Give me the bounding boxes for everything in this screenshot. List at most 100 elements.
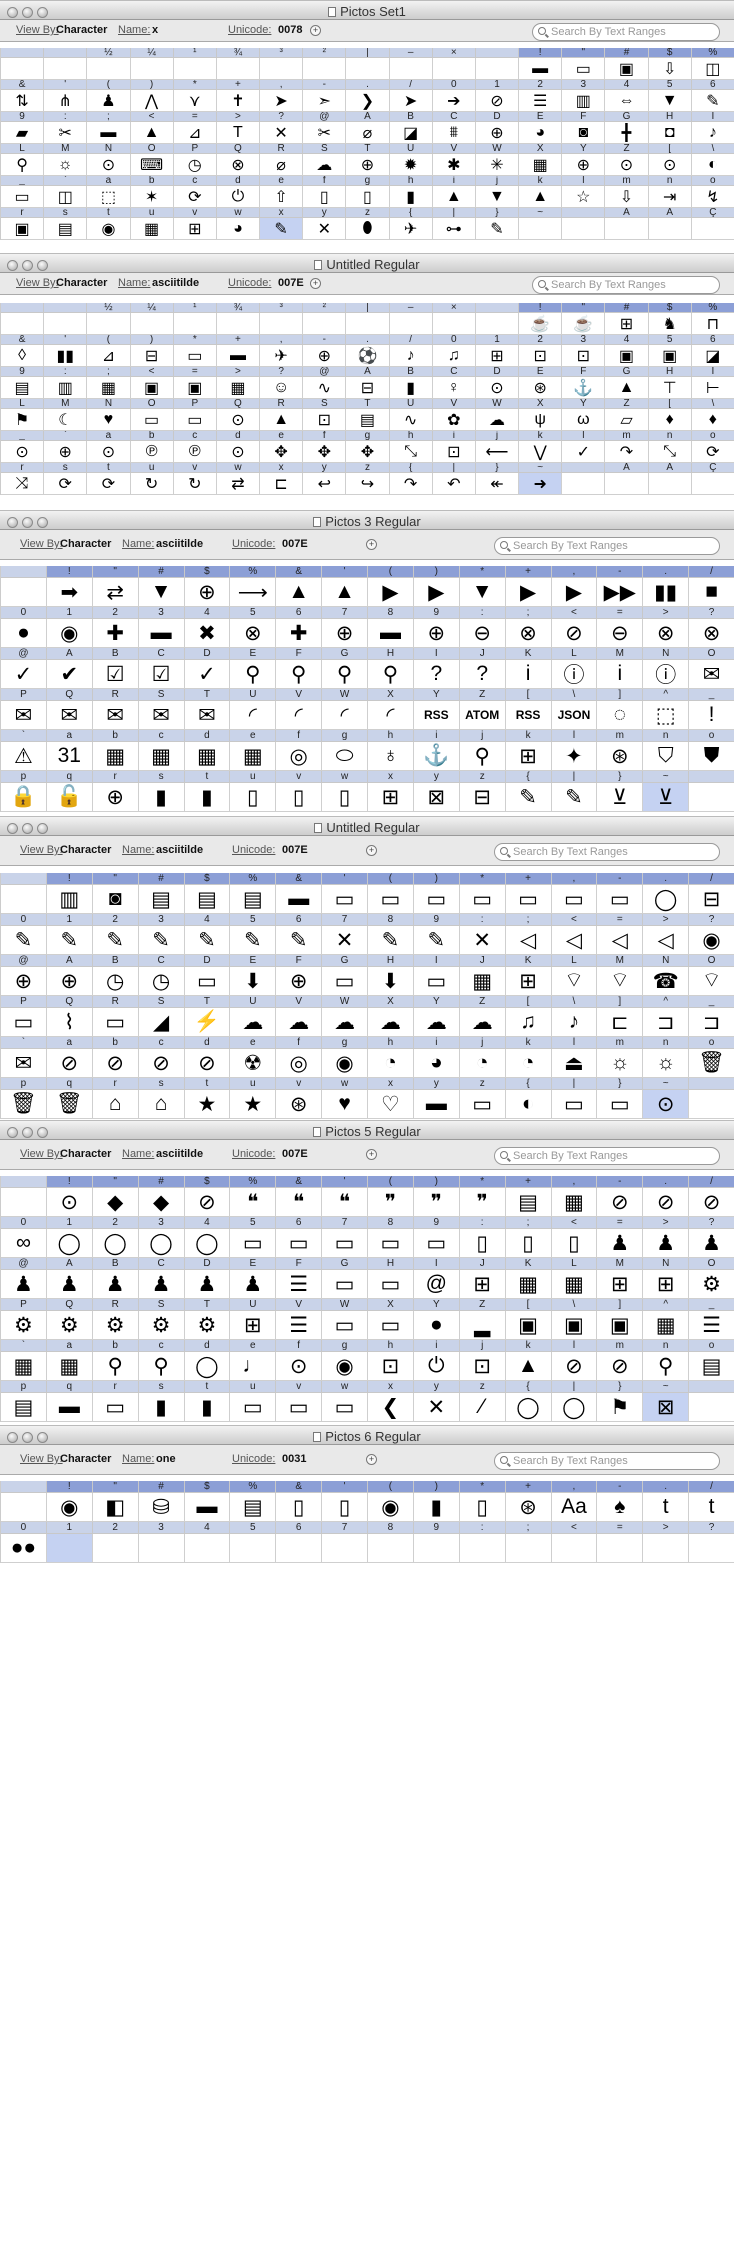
- glyph-cell[interactable]: ⬚: [643, 701, 690, 730]
- glyph-cell-selected[interactable]: ➜: [519, 473, 563, 495]
- add-unicode-button[interactable]: +: [366, 539, 377, 550]
- glyph-cell[interactable]: ⚲: [1, 154, 45, 176]
- glyph-cell[interactable]: ▶: [368, 578, 414, 607]
- glyph-cell[interactable]: ▭: [276, 1393, 323, 1422]
- glyph-cell[interactable]: ⊗: [230, 619, 277, 648]
- glyph-cell[interactable]: ⊞: [459, 1270, 506, 1299]
- glyph-cell[interactable]: ⁄: [459, 1393, 506, 1422]
- glyph-cell[interactable]: ✦: [551, 742, 598, 771]
- glyph-cell[interactable]: ⇄: [92, 578, 139, 607]
- glyph-cell[interactable]: [216, 58, 261, 80]
- glyph-cell[interactable]: ▭: [322, 885, 368, 914]
- glyph-cell[interactable]: ▥: [562, 90, 606, 112]
- glyph-cell[interactable]: ✎: [551, 783, 598, 812]
- glyph-cell[interactable]: ⚲: [138, 1352, 185, 1381]
- glyph-cell[interactable]: ⟳: [691, 441, 734, 463]
- glyph-cell[interactable]: [432, 58, 476, 80]
- glyph-cell[interactable]: ●: [413, 1311, 460, 1340]
- glyph-cell[interactable]: ♟: [184, 1270, 231, 1299]
- glyph-cell[interactable]: ⊐: [643, 1008, 690, 1037]
- glyph-cell[interactable]: ✓: [184, 660, 231, 689]
- glyph-cell[interactable]: ▦: [519, 154, 563, 176]
- glyph-cell[interactable]: ⇥: [648, 186, 692, 208]
- glyph-cell[interactable]: ⊓: [691, 313, 734, 335]
- glyph-cell[interactable]: ⚲: [322, 660, 368, 689]
- glyph-cell[interactable]: ⊤: [648, 377, 692, 399]
- glyph-cell[interactable]: ☕: [562, 313, 606, 335]
- glyph-cell[interactable]: ◜: [322, 701, 368, 730]
- glyph-cell[interactable]: ⊏: [597, 1008, 644, 1037]
- glyph-cell[interactable]: ⌨: [130, 154, 174, 176]
- glyph-cell[interactable]: ?: [459, 660, 506, 689]
- glyph-cell[interactable]: ▦: [230, 742, 277, 771]
- glyph-cell[interactable]: ☁: [322, 1008, 368, 1037]
- glyph-cell[interactable]: ⩩: [432, 122, 476, 144]
- glyph-cell[interactable]: ⏻: [216, 186, 261, 208]
- glyph-cell[interactable]: ⊙: [475, 377, 520, 399]
- glyph-cell[interactable]: ⊛: [276, 1090, 323, 1119]
- glyph-cell[interactable]: ⛊: [689, 742, 734, 771]
- glyph-cell[interactable]: ▭: [1, 1008, 47, 1037]
- glyph-cell[interactable]: ▦: [1, 1352, 47, 1381]
- glyph-cell[interactable]: ♟: [230, 1270, 277, 1299]
- glyph-cell[interactable]: ▭: [173, 345, 217, 367]
- glyph-cell[interactable]: ■: [689, 578, 734, 607]
- glyph-cell[interactable]: ♟: [689, 1229, 734, 1258]
- glyph-cell[interactable]: ☼: [643, 1049, 690, 1078]
- glyph-cell[interactable]: ☢: [230, 1049, 277, 1078]
- glyph-cell[interactable]: ⊛: [597, 742, 644, 771]
- glyph-cell[interactable]: ▭: [130, 409, 174, 431]
- glyph-cell[interactable]: ▯: [230, 783, 277, 812]
- glyph-cell[interactable]: ◯: [92, 1229, 139, 1258]
- glyph-cell[interactable]: ◙: [562, 122, 606, 144]
- glyph-cell[interactable]: ▭: [368, 885, 414, 914]
- glyph-cell[interactable]: ⊕: [184, 578, 231, 607]
- glyph-cell[interactable]: ▯: [322, 1493, 368, 1522]
- glyph-cell[interactable]: ⌂: [138, 1090, 185, 1119]
- glyph-cell[interactable]: ATOM: [459, 701, 506, 730]
- glyph-cell[interactable]: ⊘: [46, 1049, 93, 1078]
- glyph-cell[interactable]: ♟: [46, 1270, 93, 1299]
- glyph-cell[interactable]: ◉: [368, 1493, 414, 1522]
- glyph-cell[interactable]: ⊟: [459, 783, 506, 812]
- glyph-cell[interactable]: ▭: [413, 967, 460, 996]
- glyph-cell[interactable]: ◜: [230, 701, 277, 730]
- glyph-cell[interactable]: [1, 1493, 47, 1522]
- glyph-cell[interactable]: ⊙: [1, 441, 45, 463]
- glyph-cell[interactable]: t: [689, 1493, 734, 1522]
- glyph-cell[interactable]: ⊡: [562, 345, 606, 367]
- glyph-cell[interactable]: ◕: [519, 122, 563, 144]
- glyph-cell[interactable]: ⚽: [346, 345, 390, 367]
- glyph-cell[interactable]: ⊕: [276, 967, 323, 996]
- glyph-cell[interactable]: ▶: [413, 578, 460, 607]
- glyph-cell[interactable]: ●: [1, 619, 47, 648]
- glyph-cell[interactable]: ⊘: [475, 90, 520, 112]
- glyph-cell-selected[interactable]: ✎: [260, 218, 304, 240]
- glyph-cell[interactable]: ⊞: [173, 218, 217, 240]
- glyph-cell[interactable]: ▭: [276, 1229, 323, 1258]
- glyph-cell[interactable]: ▦: [643, 1311, 690, 1340]
- glyph-cell[interactable]: ▬: [138, 619, 185, 648]
- glyph-cell[interactable]: ☕: [519, 313, 563, 335]
- glyph-cell[interactable]: [44, 58, 88, 80]
- glyph-cell[interactable]: ⊘: [597, 1188, 644, 1217]
- glyph-cell[interactable]: [276, 1534, 323, 1563]
- glyph-cell[interactable]: ♟: [87, 90, 131, 112]
- glyph-cell[interactable]: ◙: [92, 885, 139, 914]
- glyph-cell[interactable]: ▦: [92, 742, 139, 771]
- search-field[interactable]: Search By Text Ranges: [494, 537, 720, 555]
- glyph-cell[interactable]: ▭: [597, 885, 644, 914]
- add-unicode-button[interactable]: +: [310, 25, 321, 36]
- glyph-cell[interactable]: ☎: [643, 967, 690, 996]
- view-by-label[interactable]: View By:: [16, 277, 59, 289]
- glyph-cell[interactable]: ↻: [173, 473, 217, 495]
- glyph-cell[interactable]: ▤: [1, 377, 45, 399]
- glyph-cell[interactable]: [551, 1534, 598, 1563]
- glyph-cell[interactable]: ✉: [138, 701, 185, 730]
- glyph-cell[interactable]: ⊙: [276, 1352, 323, 1381]
- glyph-cell[interactable]: ↶: [432, 473, 476, 495]
- view-by-value[interactable]: Character: [60, 1148, 111, 1160]
- glyph-cell[interactable]: ⊞: [505, 967, 552, 996]
- glyph-cell[interactable]: ⚓: [413, 742, 460, 771]
- glyph-cell[interactable]: ▭: [322, 1311, 368, 1340]
